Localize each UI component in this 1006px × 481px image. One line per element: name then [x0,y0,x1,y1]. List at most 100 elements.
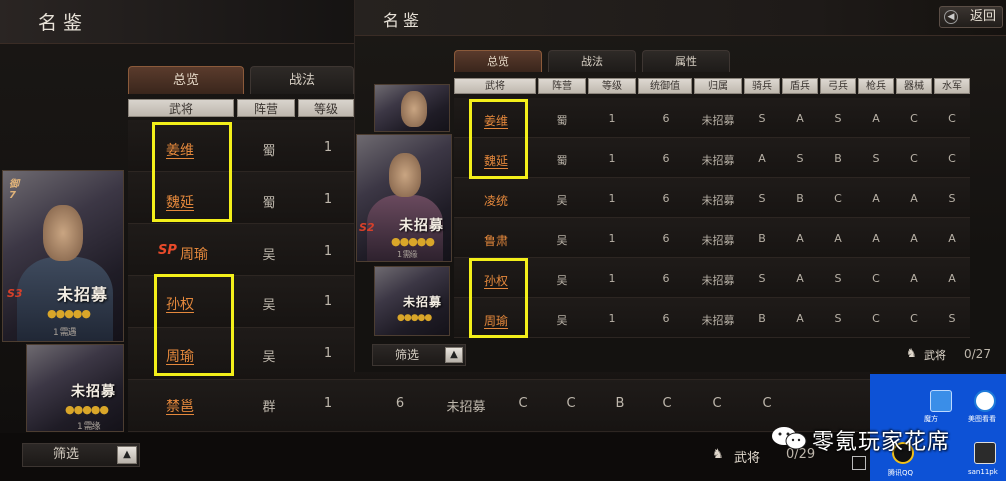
grade-cell: A [872,192,880,205]
fheader-shield[interactable]: 盾兵 [782,78,818,94]
grade-cell: C [518,396,528,411]
front-page-title: 名鉴 [383,11,424,30]
camp-cell: 吴 [556,274,568,287]
cost-cell: 6 [662,232,670,245]
cost-cell: 6 [662,312,670,325]
fheader-general[interactable]: 武将 [454,78,536,94]
filter-expand-icon[interactable]: ▲ [117,446,137,464]
table-row[interactable]: 孙权 吴 1 6 未招募 S A S C A A [454,258,970,298]
front-filter-expand-icon[interactable]: ▲ [445,347,463,363]
cost-cell: 6 [395,396,405,411]
general-name[interactable]: 鲁肃 [484,232,508,249]
header-camp[interactable]: 阵营 [237,99,295,117]
highlight-box [469,258,528,338]
status-cell: 未招募 [701,154,735,167]
grade-cell: C [762,396,772,411]
general-name[interactable]: 周瑜 [180,244,208,264]
header-general[interactable]: 武将 [128,99,234,117]
table-row[interactable]: 姜维 蜀 1 6 未招募 S A S A C C [454,98,970,138]
grade-cell: C [910,112,918,125]
highlight-box [152,122,232,222]
app-icon[interactable] [930,390,952,412]
general-card[interactable] [374,84,450,132]
table-row[interactable]: 魏延 蜀 1 6 未招募 A S B S C C [454,138,970,178]
front-title-bar: 名鉴 ◀ 返回 [355,0,1006,36]
back-button[interactable]: ◀ 返回 [939,6,1003,28]
general-name[interactable]: 禁邕 [166,396,194,416]
level-cell: 1 [323,140,333,155]
filter-button[interactable]: 筛选 ▲ [22,443,140,467]
front-tab-tactics[interactable]: 战法 [548,50,636,72]
grade-cell: C [948,112,956,125]
card-stars: ●●●●● [47,307,91,320]
front-filter-label: 筛选 [395,348,420,362]
desktop-label: 腾讯QQ [888,469,914,477]
level-cell: 1 [608,232,616,245]
general-card[interactable]: 未招募 ●●●●● S2 1 需缘 [356,134,452,262]
grade-cell: A [796,312,804,325]
card-status-text: 未招募 [403,295,443,309]
grade-cell: B [796,192,804,205]
window-icon[interactable] [852,456,866,470]
fheader-owner[interactable]: 归属 [694,78,742,94]
grade-cell: A [872,232,880,245]
fheader-camp[interactable]: 阵营 [538,78,586,94]
level-cell: 1 [323,192,333,207]
front-tab-overview[interactable]: 总览 [454,50,542,72]
card-portrait-face [43,205,83,261]
grade-cell: B [615,396,625,411]
status-cell: 未招募 [701,114,735,127]
san11pk-icon[interactable] [974,442,996,464]
table-row[interactable]: 凌统 吴 1 6 未招募 S B C A A S [454,178,970,218]
card-stars: ●●●●● [65,403,109,416]
level-cell: 1 [323,346,333,361]
table-row[interactable]: 鲁肃 吴 1 6 未招募 B A A A A A [454,218,970,258]
general-count-label: 武将 [734,451,761,466]
status-cell: 未招募 [446,400,486,415]
fheader-cost[interactable]: 统御值 [638,78,692,94]
viewer-icon[interactable] [974,390,996,412]
general-card[interactable]: 未招募 ●●●●● [374,266,450,336]
grade-cell: C [948,152,956,165]
camp-cell: 吴 [556,234,568,247]
camp-cell: 吴 [556,314,568,327]
level-cell: 1 [608,152,616,165]
grade-cell: A [872,112,880,125]
level-cell: 1 [323,396,333,411]
camp-cell: 蜀 [556,114,568,127]
header-level[interactable]: 等级 [298,99,354,117]
grade-cell: C [712,396,722,411]
grade-cell: A [796,112,804,125]
filter-label: 筛选 [53,447,80,462]
tab-tactics[interactable]: 战法 [250,66,354,94]
front-tab-attributes[interactable]: 属性 [642,50,730,72]
general-name[interactable]: 凌统 [484,192,508,209]
grade-cell: C [872,272,880,285]
general-card[interactable]: 未招募 ●●●●● 1 需缘 [26,344,124,432]
watermark-text: 零氪玩家花席 [812,430,951,455]
status-cell: 未招募 [701,194,735,207]
card-stars: ●●●●● [391,235,435,248]
desktop-label: 美图看看 [968,415,996,423]
fheader-siege[interactable]: 器械 [896,78,932,94]
cost-cell: 6 [662,192,670,205]
fheader-level[interactable]: 等级 [588,78,636,94]
grade-cell: A [910,232,918,245]
fheader-navy[interactable]: 水军 [934,78,970,94]
grade-cell: A [758,152,766,165]
card-stars: ●●●●● [397,313,432,323]
general-icon: ♞ [712,447,724,462]
highlight-box [469,99,528,179]
grade-cell: A [948,272,956,285]
level-cell: 1 [608,312,616,325]
tab-overview[interactable]: 总览 [128,66,244,94]
level-cell: 1 [608,272,616,285]
fheader-archer[interactable]: 弓兵 [820,78,856,94]
front-filter-button[interactable]: 筛选 ▲ [372,344,466,366]
level-cell: 1 [608,112,616,125]
fheader-spear[interactable]: 枪兵 [858,78,894,94]
fheader-cavalry[interactable]: 骑兵 [744,78,780,94]
general-card[interactable]: 御 7 未招募 ●●●●● S3 1 需遇 [2,170,124,342]
table-row[interactable]: 周瑜 吴 1 6 未招募 B A S C C S [454,298,970,338]
cost-cell: 6 [662,152,670,165]
